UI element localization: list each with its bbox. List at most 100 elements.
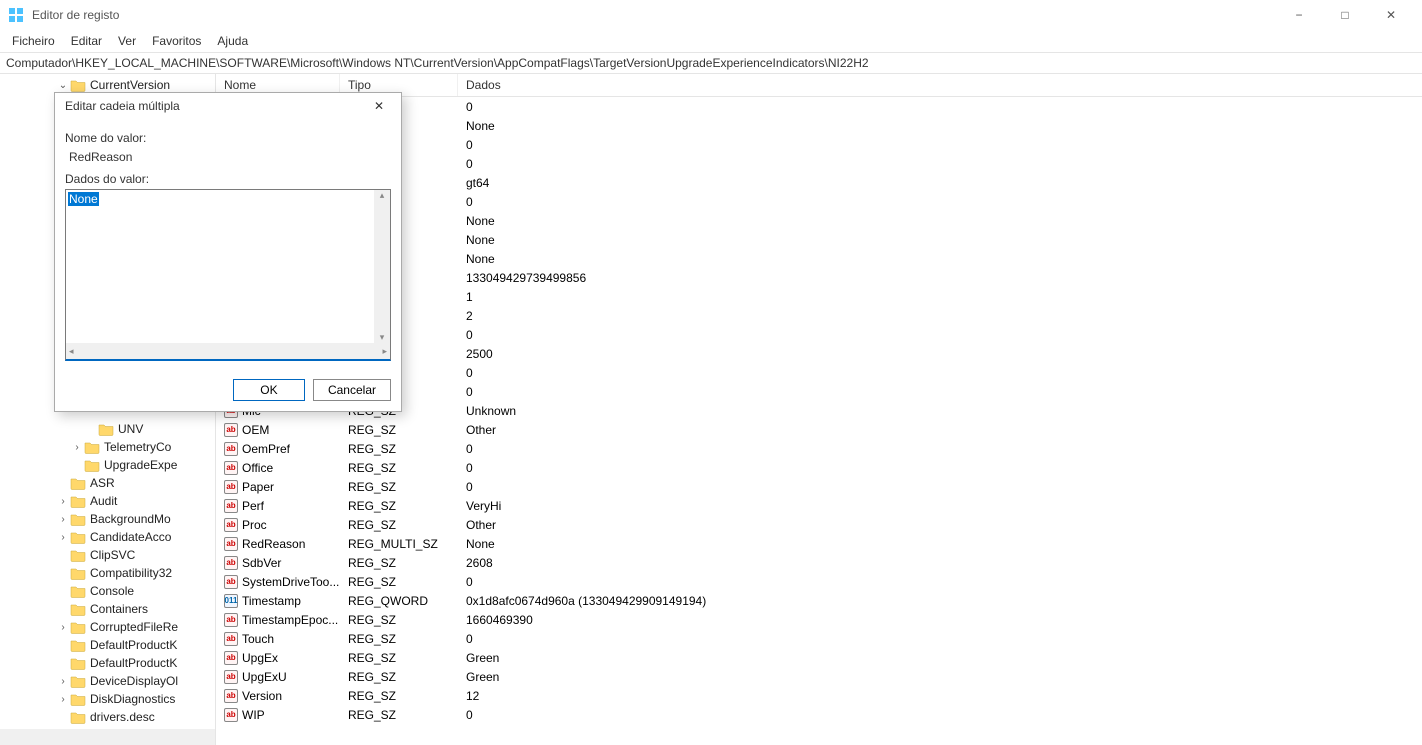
- tree-item-label: BackgroundMo: [90, 512, 171, 526]
- list-row[interactable]: 011TimestampREG_QWORD0x1d8afc0674d960a (…: [216, 591, 1422, 610]
- close-button[interactable]: ✕: [1368, 0, 1414, 30]
- tree-item-label: Console: [90, 584, 134, 598]
- tree-expand-icon[interactable]: ›: [56, 514, 70, 525]
- cell-type: REG_SZ: [340, 651, 458, 665]
- ok-button[interactable]: OK: [233, 379, 305, 401]
- string-value-icon: ab: [224, 575, 238, 589]
- menu-favorites[interactable]: Favoritos: [144, 31, 209, 51]
- tree-expand-icon[interactable]: ›: [56, 496, 70, 507]
- tree-item[interactable]: › DeviceDisplayOl: [0, 672, 215, 690]
- tree-item-label: DefaultProductK: [90, 638, 177, 652]
- list-row[interactable]: abSdbVerREG_SZ2608: [216, 553, 1422, 572]
- list-row[interactable]: abPaperREG_SZ0: [216, 477, 1422, 496]
- folder-icon: [98, 422, 114, 436]
- value-name-text: Version: [242, 689, 282, 703]
- textarea-horizontal-scrollbar[interactable]: [66, 343, 390, 359]
- cell-data: 0: [458, 138, 1422, 152]
- tree-item[interactable]: Console: [0, 582, 215, 600]
- value-name-text: RedReason: [242, 537, 305, 551]
- tree-item[interactable]: DefaultProductK: [0, 654, 215, 672]
- value-data-textarea[interactable]: None: [65, 189, 391, 361]
- cell-name: abPerf: [216, 499, 340, 513]
- list-row[interactable]: abOEMREG_SZOther: [216, 420, 1422, 439]
- tree-item-label: CurrentVersion: [90, 78, 170, 92]
- list-row[interactable]: abTouchREG_SZ0: [216, 629, 1422, 648]
- folder-icon: [70, 692, 86, 706]
- tree-item[interactable]: Containers: [0, 600, 215, 618]
- cell-type: REG_MULTI_SZ: [340, 537, 458, 551]
- cell-data: Unknown: [458, 404, 1422, 418]
- value-name-label: Nome do valor:: [65, 131, 391, 145]
- cell-data: 0x1d8afc0674d960a (133049429909149194): [458, 594, 1422, 608]
- minimize-button[interactable]: −: [1276, 0, 1322, 30]
- cell-type: REG_SZ: [340, 442, 458, 456]
- tree-item[interactable]: › TelemetryCo: [0, 438, 215, 456]
- tree-item-label: CorruptedFileRe: [90, 620, 178, 634]
- folder-icon: [70, 476, 86, 490]
- textarea-vertical-scrollbar[interactable]: [374, 190, 390, 343]
- list-row[interactable]: abPerfREG_SZVeryHi: [216, 496, 1422, 515]
- folder-icon: [70, 620, 86, 634]
- list-row[interactable]: abWIPREG_SZ0: [216, 705, 1422, 724]
- cell-data: None: [458, 119, 1422, 133]
- maximize-button[interactable]: □: [1322, 0, 1368, 30]
- menu-help[interactable]: Ajuda: [209, 31, 256, 51]
- cell-type: REG_SZ: [340, 632, 458, 646]
- tree-item[interactable]: UNV: [0, 420, 215, 438]
- tree-item[interactable]: ASR: [0, 474, 215, 492]
- menubar: Ficheiro Editar Ver Favoritos Ajuda: [0, 30, 1422, 52]
- dialog-titlebar[interactable]: Editar cadeia múltipla ✕: [55, 93, 401, 119]
- tree-expand-icon[interactable]: ›: [56, 694, 70, 705]
- list-row[interactable]: abProcREG_SZOther: [216, 515, 1422, 534]
- list-row[interactable]: abVersionREG_SZ12: [216, 686, 1422, 705]
- string-value-icon: ab: [224, 613, 238, 627]
- tree-expand-icon[interactable]: ›: [56, 676, 70, 687]
- list-row[interactable]: abOemPrefREG_SZ0: [216, 439, 1422, 458]
- cell-data: 0: [458, 195, 1422, 209]
- cell-name: abUpgExU: [216, 670, 340, 684]
- tree-item[interactable]: Compatibility32: [0, 564, 215, 582]
- tree-item[interactable]: ›Audit: [0, 492, 215, 510]
- tree-expand-icon[interactable]: ›: [56, 532, 70, 543]
- tree-item-label: TelemetryCo: [104, 440, 171, 454]
- list-row[interactable]: abSystemDriveToo...REG_SZ0: [216, 572, 1422, 591]
- menu-edit[interactable]: Editar: [63, 31, 110, 51]
- cell-name: abSdbVer: [216, 556, 340, 570]
- list-row[interactable]: abUpgExREG_SZGreen: [216, 648, 1422, 667]
- tree-expand-icon[interactable]: ⌄: [56, 80, 70, 91]
- tree-item[interactable]: ›DiskDiagnostics: [0, 690, 215, 708]
- column-header-data[interactable]: Dados: [458, 74, 1422, 96]
- cancel-button[interactable]: Cancelar: [313, 379, 391, 401]
- tree-item[interactable]: ›CandidateAcco: [0, 528, 215, 546]
- cell-data: 2: [458, 309, 1422, 323]
- folder-icon: [84, 458, 100, 472]
- cell-data: 0: [458, 100, 1422, 114]
- dialog-close-button[interactable]: ✕: [367, 99, 391, 113]
- string-value-icon: ab: [224, 670, 238, 684]
- tree-item[interactable]: ClipSVC: [0, 546, 215, 564]
- tree-item[interactable]: › BackgroundMo: [0, 510, 215, 528]
- cell-data: 0: [458, 157, 1422, 171]
- folder-icon: [70, 494, 86, 508]
- menu-view[interactable]: Ver: [110, 31, 144, 51]
- string-value-icon: ab: [224, 442, 238, 456]
- list-row[interactable]: abTimestampEpoc...REG_SZ1660469390: [216, 610, 1422, 629]
- cell-data: 0: [458, 632, 1422, 646]
- binary-value-icon: 011: [224, 594, 238, 608]
- tree-item[interactable]: UpgradeExpe: [0, 456, 215, 474]
- tree-expand-icon[interactable]: ›: [70, 442, 84, 453]
- list-row[interactable]: abOfficeREG_SZ0: [216, 458, 1422, 477]
- tree-item[interactable]: › CorruptedFileRe: [0, 618, 215, 636]
- menu-file[interactable]: Ficheiro: [4, 31, 63, 51]
- addressbar[interactable]: Computador\HKEY_LOCAL_MACHINE\SOFTWARE\M…: [0, 52, 1422, 74]
- string-value-icon: ab: [224, 708, 238, 722]
- cell-type: REG_QWORD: [340, 594, 458, 608]
- tree-expand-icon[interactable]: ›: [56, 622, 70, 633]
- list-row[interactable]: abUpgExUREG_SZGreen: [216, 667, 1422, 686]
- tree-item[interactable]: DefaultProductK: [0, 636, 215, 654]
- list-row[interactable]: abRedReasonREG_MULTI_SZNone: [216, 534, 1422, 553]
- tree-item-label: DeviceDisplayOl: [90, 674, 178, 688]
- tree-item[interactable]: drivers.desc: [0, 708, 215, 726]
- string-value-icon: ab: [224, 537, 238, 551]
- tree-horizontal-scrollbar[interactable]: [0, 729, 215, 745]
